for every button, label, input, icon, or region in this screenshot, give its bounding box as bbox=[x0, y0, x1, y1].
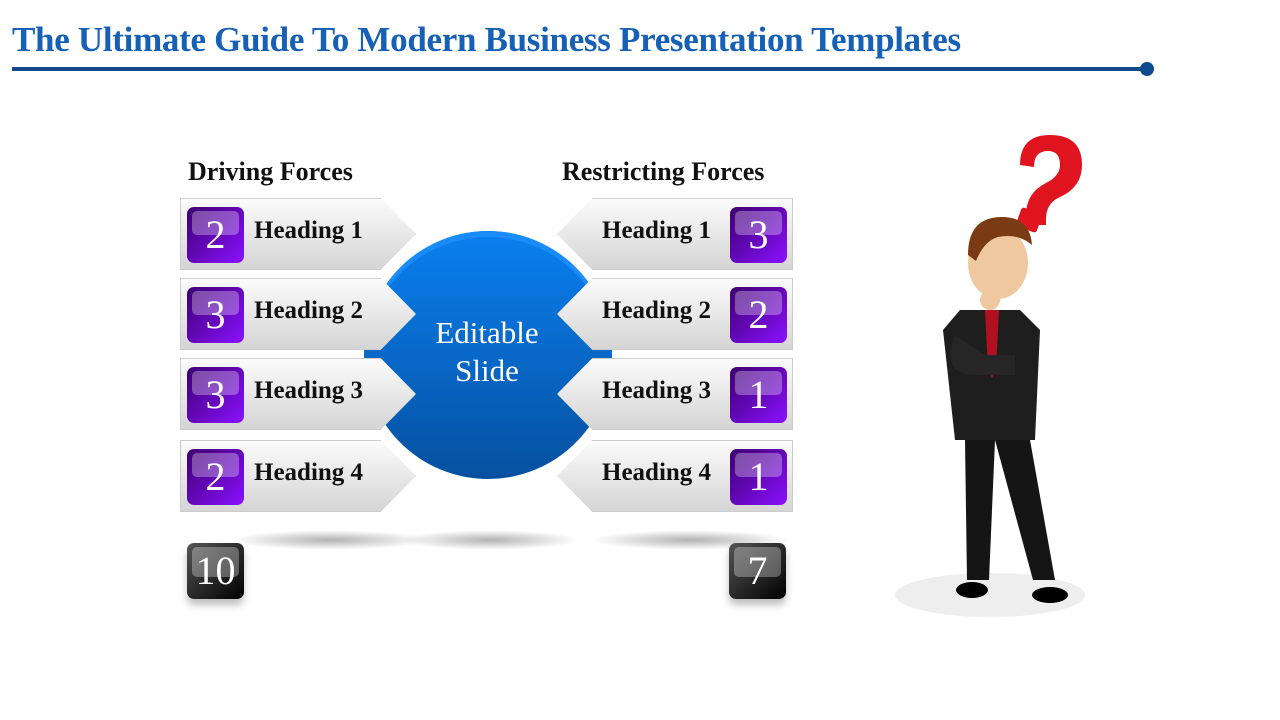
heading-label: Heading 3 bbox=[602, 377, 712, 404]
center-text: Editable Slide bbox=[435, 315, 539, 388]
score-badge: 1 bbox=[730, 367, 787, 423]
heading-label: Heading 1 bbox=[254, 217, 364, 244]
restricting-force-item: 3 Heading 1 bbox=[557, 198, 793, 270]
restricting-total-badge: 7 bbox=[729, 543, 786, 599]
score-badge: 2 bbox=[187, 449, 244, 505]
score-badge: 3 bbox=[187, 367, 244, 423]
score-badge: 2 bbox=[187, 207, 244, 263]
heading-label: Heading 4 bbox=[254, 459, 364, 486]
shadow bbox=[400, 530, 580, 550]
heading-label: Heading 2 bbox=[602, 297, 712, 324]
driving-force-item: 3 Heading 3 bbox=[180, 358, 416, 430]
driving-force-item: 3 Heading 2 bbox=[180, 278, 416, 350]
score-badge: 1 bbox=[730, 449, 787, 505]
score-badge: 3 bbox=[187, 287, 244, 343]
title-underline bbox=[12, 67, 1147, 71]
driving-force-item: 2 Heading 1 bbox=[180, 198, 416, 270]
underline-dot bbox=[1140, 62, 1154, 76]
restricting-force-item: 2 Heading 2 bbox=[557, 278, 793, 350]
restricting-forces-header: Restricting Forces bbox=[562, 157, 765, 186]
restricting-force-item: 1 Heading 4 bbox=[557, 440, 793, 512]
heading-label: Heading 2 bbox=[254, 297, 364, 324]
heading-label: Heading 4 bbox=[602, 459, 712, 486]
driving-force-item: 2 Heading 4 bbox=[180, 440, 416, 512]
thinking-businessman-illustration bbox=[895, 135, 1085, 617]
slide-title: The Ultimate Guide To Modern Business Pr… bbox=[12, 20, 961, 59]
driving-forces-header: Driving Forces bbox=[188, 157, 353, 186]
heading-label: Heading 3 bbox=[254, 377, 364, 404]
restricting-force-item: 1 Heading 3 bbox=[557, 358, 793, 430]
driving-total-badge: 10 bbox=[187, 543, 244, 599]
score-badge: 2 bbox=[730, 287, 787, 343]
heading-label: Heading 1 bbox=[602, 217, 712, 244]
score-badge: 3 bbox=[730, 207, 787, 263]
